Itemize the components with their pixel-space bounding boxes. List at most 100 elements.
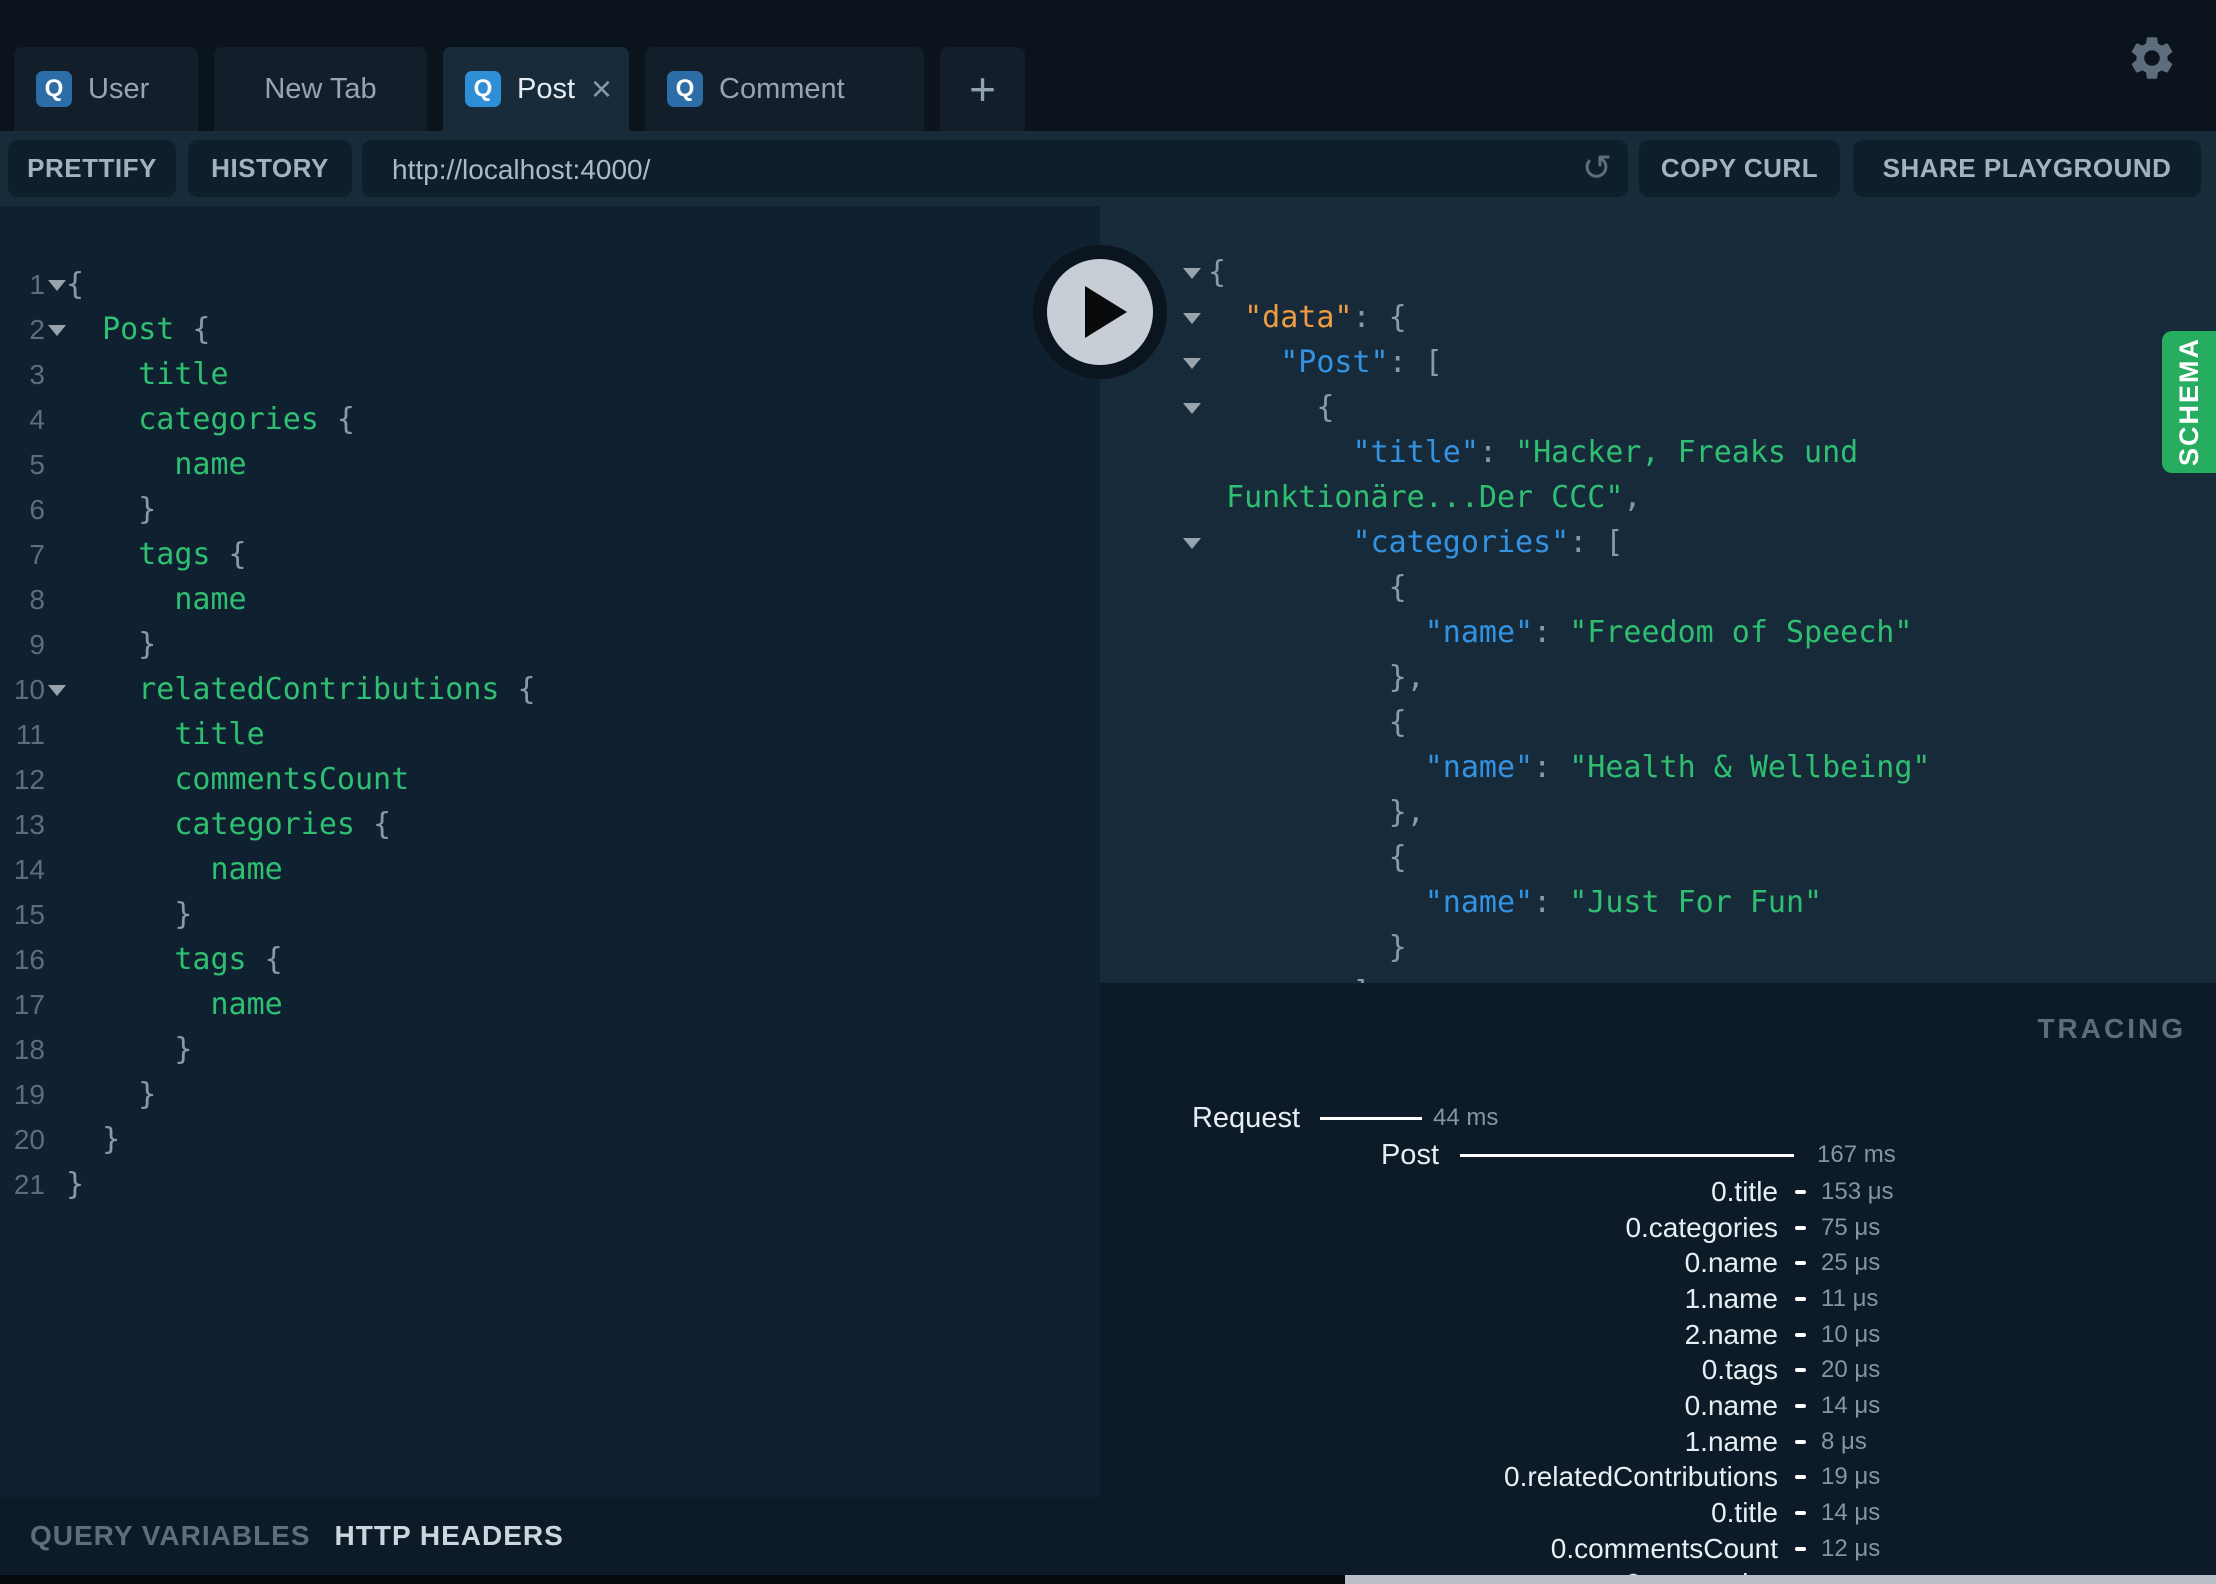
editor-line[interactable]: 9 } [0, 622, 1100, 667]
tracing-bar [1460, 1154, 1794, 1157]
tracing-row: Post 167 ms [1100, 1138, 2216, 1172]
tracing-time: 75 μs [1821, 1214, 1881, 1241]
editor-line[interactable]: 14 name [0, 847, 1100, 892]
editor-line[interactable]: 2 Post { [0, 307, 1100, 352]
tracing-label: 0.name [1684, 1247, 1778, 1278]
editor-line[interactable]: 19 } [0, 1072, 1100, 1117]
tracing-label: 0.categories [1625, 1567, 1778, 1575]
tracing-time: 44 ms [1433, 1104, 1499, 1131]
line-number: 1 [29, 269, 45, 300]
history-button[interactable]: HISTORY [188, 140, 352, 197]
tab-comment[interactable]: Q Comment [645, 47, 924, 131]
tabs: Q User New Tab Q Post × Q Comment + [14, 47, 1025, 131]
line-number: 20 [13, 1124, 45, 1155]
tracing-label: 0.relatedContributions [1504, 1461, 1778, 1492]
fold-arrow-icon[interactable] [48, 685, 66, 696]
editor-line[interactable]: 13 categories { [0, 802, 1100, 847]
tab-label: New Tab [264, 72, 377, 105]
editor-line[interactable]: 7 tags { [0, 532, 1100, 577]
editor-line[interactable]: 16 tags { [0, 937, 1100, 982]
settings-gear-icon[interactable] [2126, 32, 2178, 84]
tracing-bar [1795, 1475, 1806, 1479]
fold-arrow-icon[interactable] [1183, 268, 1201, 279]
editor-line[interactable]: 1{ [0, 262, 1100, 307]
response-line: { [1100, 835, 2216, 880]
response-line: { [1100, 385, 2216, 430]
code-text: tags { [174, 942, 283, 977]
share-playground-button[interactable]: SHARE PLAYGROUND [1853, 140, 2201, 197]
schema-tab[interactable]: SCHEMA [2162, 331, 2216, 473]
query-editor-pane[interactable]: 1{2 Post {3 title 4 categories {5 name 6 }… [0, 206, 1100, 1497]
editor-line[interactable]: 3 title [0, 352, 1100, 397]
editor-line[interactable]: 5 name [0, 442, 1100, 487]
new-tab-button[interactable]: + [940, 47, 1025, 131]
editor-line[interactable]: 21} [0, 1162, 1100, 1207]
editor-line[interactable]: 15 } [0, 892, 1100, 937]
editor-line[interactable]: 6 } [0, 487, 1100, 532]
tracing-label: 0.commentsCount [1550, 1533, 1778, 1564]
code-text: "categories": [ [1352, 525, 1624, 560]
response-line: "title": "Hacker, Freaks und [1100, 430, 2216, 475]
editor-line[interactable]: 20 } [0, 1117, 1100, 1162]
query-variables-tab[interactable]: QUERY VARIABLES [30, 1520, 311, 1552]
editor-line[interactable]: 10 relatedContributions { [0, 667, 1100, 712]
tracing-horizontal-scrollbar[interactable] [1345, 1575, 2216, 1584]
tracing-row: 0.name 14 μs [1100, 1389, 2216, 1423]
response-line: "categories": [ [1100, 520, 2216, 565]
tab-label: Post [517, 72, 576, 105]
http-headers-tab[interactable]: HTTP HEADERS [335, 1520, 564, 1552]
response-line: "data": { [1100, 295, 2216, 340]
fold-arrow-icon[interactable] [1183, 538, 1201, 549]
execute-button[interactable] [1033, 245, 1167, 379]
editor-line[interactable]: 18 } [0, 1027, 1100, 1072]
code-text: { [1388, 840, 1407, 875]
response-line: Funktionäre...Der CCC", [1100, 475, 2216, 520]
fold-arrow-icon[interactable] [48, 325, 66, 336]
tracing-time: 25 μs [1821, 1249, 1881, 1276]
tab-post[interactable]: Q Post × [443, 47, 629, 131]
response-viewer: { "data": { "Post": [ { "title": "Hacker… [1100, 206, 2216, 983]
response-line: "name": "Health & Wellbeing" [1100, 745, 2216, 790]
prettify-button[interactable]: PRETTIFY [8, 140, 176, 197]
tracing-row: 0.name 25 μs [1100, 1246, 2216, 1280]
code-text: { [1388, 570, 1407, 605]
tracing-time: 11 μs [1821, 1285, 1879, 1312]
endpoint-url-bar: ↺ [362, 140, 1628, 199]
line-number: 13 [13, 809, 45, 840]
tracing-row: 0.categories [1100, 1567, 2216, 1575]
line-number: 15 [13, 899, 45, 930]
editor-line[interactable]: 12 commentsCount [0, 757, 1100, 802]
query-editor[interactable]: 1{2 Post {3 title 4 categories {5 name 6 }… [0, 206, 1100, 1207]
tab-new-tab[interactable]: New Tab [214, 47, 427, 131]
graphql-playground-window: Q User New Tab Q Post × Q Comment + PRETTIFY HIS… [0, 0, 2216, 1584]
variables-bar: QUERY VARIABLES HTTP HEADERS [0, 1497, 1100, 1575]
editor-line[interactable]: 17 name [0, 982, 1100, 1027]
line-number: 16 [13, 944, 45, 975]
endpoint-url-input[interactable] [390, 140, 1544, 199]
code-text: ] [1208, 970, 1371, 983]
fold-arrow-icon[interactable] [1183, 313, 1201, 324]
tracing-row: 0.relatedContributions 19 μs [1100, 1460, 2216, 1494]
editor-line[interactable]: 11 title [0, 712, 1100, 757]
code-text: "Post": [ [1280, 345, 1443, 380]
fold-arrow-icon[interactable] [1183, 358, 1201, 369]
tracing-time: 10 μs [1821, 1321, 1881, 1348]
response-line: ] [1100, 970, 2216, 983]
editor-line[interactable]: 4 categories { [0, 397, 1100, 442]
code-text: "name": "Freedom of Speech" [1424, 615, 1913, 650]
tab-user[interactable]: Q User [14, 47, 198, 131]
line-number: 19 [13, 1079, 45, 1110]
copy-curl-button[interactable]: COPY CURL [1639, 140, 1840, 197]
code-text: } [66, 1077, 157, 1112]
toolbar: PRETTIFY HISTORY ↺ COPY CURL SHARE PLAYG… [0, 131, 2216, 206]
reload-schema-icon[interactable]: ↺ [1582, 146, 1612, 190]
tracing-bar [1795, 1333, 1806, 1337]
line-number: 7 [29, 539, 45, 570]
code-text: relatedContributions { [138, 672, 536, 707]
close-icon[interactable]: × [591, 71, 612, 107]
fold-arrow-icon[interactable] [48, 280, 66, 291]
editor-line[interactable]: 8 name [0, 577, 1100, 622]
response-line: { [1100, 250, 2216, 295]
fold-arrow-icon[interactable] [1183, 403, 1201, 414]
query-badge: Q [36, 71, 72, 107]
